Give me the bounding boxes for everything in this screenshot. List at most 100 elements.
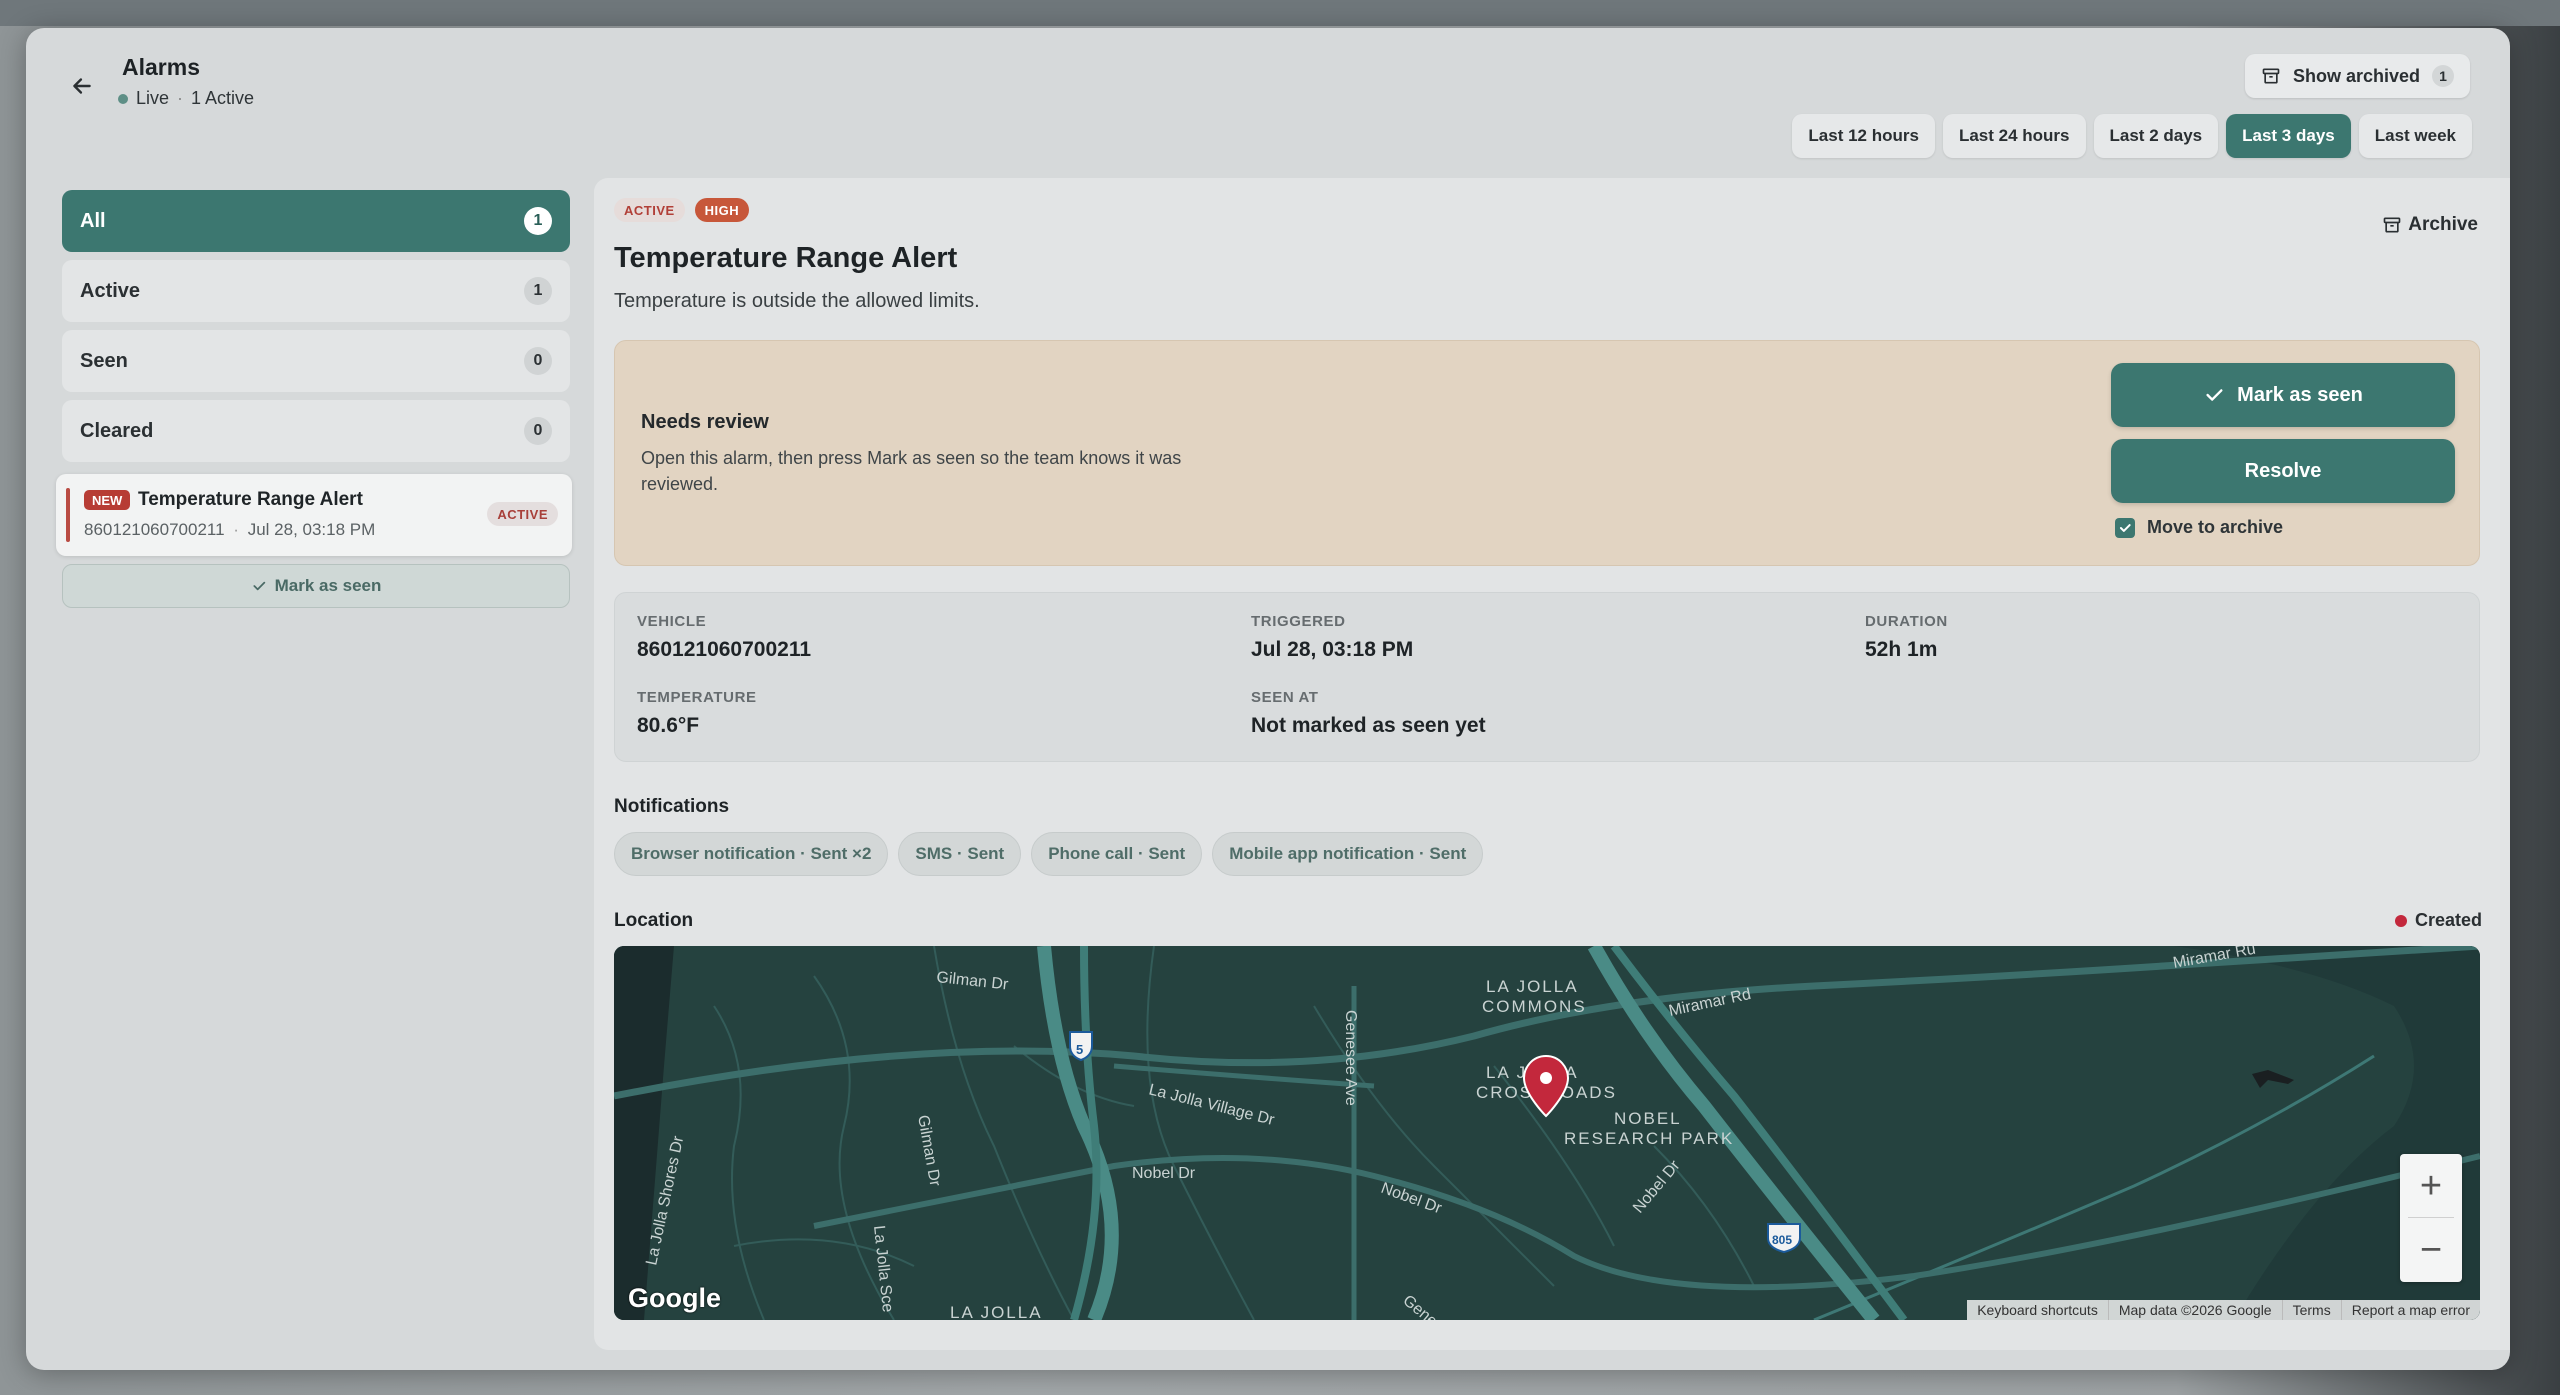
detail-badges: ACTIVE HIGH: [614, 198, 750, 222]
map-label: Genesee Ave: [1342, 1010, 1359, 1106]
alarm-item-meta: 860121060700211 · Jul 28, 03:18 PM: [84, 520, 375, 540]
filter-label: Cleared: [80, 419, 154, 442]
alarm-details-grid: VEHICLE 860121060700211 TRIGGERED Jul 28…: [614, 592, 2480, 762]
zoom-in-button[interactable]: +: [2400, 1154, 2462, 1218]
field-value: 52h 1m: [1865, 638, 1938, 661]
back-button[interactable]: [62, 66, 102, 106]
terms-link[interactable]: Terms: [2281, 1300, 2341, 1320]
archive-box-icon: [2383, 217, 2401, 233]
status-badge: ACTIVE: [614, 198, 685, 222]
created-dot-icon: [2394, 914, 2407, 927]
i5-label: 5: [1076, 1042, 1083, 1057]
notification-chips: Browser notification · Sent ×2 SMS · Sen…: [614, 832, 1484, 876]
temperature-field: TEMPERATURE 80.6°F: [637, 689, 757, 738]
archive-button[interactable]: Archive: [2382, 214, 2478, 236]
map-canvas[interactable]: Gilman Dr LA JOLLA COMMONS Miramar Rd Mi…: [614, 946, 2480, 1320]
map-data-text: Map data ©2026 Google: [2107, 1300, 2282, 1320]
legend-created-label: Created: [2414, 910, 2482, 930]
separator: ·: [177, 88, 184, 108]
interstate-805-shield-icon: 805: [1767, 1223, 1801, 1254]
page-title: Alarms: [122, 54, 200, 80]
archive-label: Archive: [2408, 214, 2478, 235]
filter-cleared[interactable]: Cleared 0: [62, 400, 570, 462]
move-to-archive-label: Move to archive: [2147, 517, 2284, 537]
field-label: TEMPERATURE: [637, 689, 757, 706]
show-archived-label: Show archived: [2292, 65, 2420, 86]
show-archived-button[interactable]: Show archived 1: [2244, 54, 2470, 98]
notification-chip: SMS · Sent: [898, 832, 1022, 876]
alarm-sidebar: All 1 Active 1 Seen 0 Cleared 0 NEW Temp…: [56, 190, 572, 608]
alert-description: Temperature is outside the allowed limit…: [614, 290, 980, 312]
field-value: Not marked as seen yet: [1251, 714, 1486, 737]
i805-label: 805: [1772, 1233, 1792, 1247]
alarm-severity-bar: [66, 488, 70, 542]
arrow-left-icon: [73, 78, 91, 94]
duration-field: DURATION 52h 1m: [1865, 613, 1948, 662]
archive-box-icon: [2262, 68, 2280, 84]
range-last-12-hours[interactable]: Last 12 hours: [1792, 114, 1935, 158]
filter-count: 1: [524, 207, 552, 235]
filter-count: 0: [524, 347, 552, 375]
field-label: DURATION: [1865, 613, 1948, 630]
map-label: NOBEL: [1614, 1109, 1682, 1128]
google-logo: Google: [628, 1283, 721, 1313]
filter-seen[interactable]: Seen 0: [62, 330, 570, 392]
mark-as-seen-button[interactable]: Mark as seen: [2111, 363, 2455, 427]
field-label: SEEN AT: [1251, 689, 1319, 706]
resolve-button[interactable]: Resolve: [2111, 439, 2455, 503]
zoom-divider: [2408, 1217, 2454, 1218]
check-icon: [253, 581, 265, 591]
interstate-5-shield-icon: 5: [1069, 1031, 1093, 1062]
live-status: Live · 1 Active: [118, 88, 254, 109]
keyboard-shortcuts-link[interactable]: Keyboard shortcuts: [1967, 1300, 2108, 1320]
triggered-field: TRIGGERED Jul 28, 03:18 PM: [1251, 613, 1413, 662]
map-legend-created: Created: [2394, 910, 2482, 931]
filter-active[interactable]: Active 1: [62, 260, 570, 322]
archived-count: 1: [2432, 65, 2454, 87]
review-text: Open this alarm, then press Mark as seen…: [641, 448, 1182, 494]
checkbox-checked-icon[interactable]: [2115, 517, 2135, 538]
field-value: 860121060700211: [637, 638, 812, 661]
mark-seen-label: Mark as seen: [274, 576, 382, 595]
notification-chip: Mobile app notification · Sent: [1212, 832, 1484, 876]
zoom-out-button[interactable]: −: [2400, 1218, 2462, 1282]
new-badge: NEW: [84, 490, 131, 510]
location-map[interactable]: Gilman Dr LA JOLLA COMMONS Miramar Rd Mi…: [614, 946, 2480, 1320]
field-label: TRIGGERED: [1251, 613, 1346, 630]
map-zoom-control: + −: [2400, 1154, 2462, 1282]
active-count-label: 1 Active: [191, 88, 255, 108]
desktop-top-strip: [0, 0, 2560, 26]
filter-count: 1: [524, 277, 552, 305]
mark-as-seen-label: Mark as seen: [2237, 383, 2363, 406]
location-heading: Location: [614, 910, 694, 931]
move-to-archive-checkbox[interactable]: Move to archive: [2115, 517, 2283, 538]
vehicle-field: VEHICLE 860121060700211: [637, 613, 811, 662]
alarm-item-status-badge: ACTIVE: [487, 502, 558, 526]
report-map-error-link[interactable]: Report a map error: [2340, 1300, 2480, 1320]
needs-review-box: Needs review Open this alarm, then press…: [614, 340, 2480, 566]
alarm-item-time: Jul 28, 03:18 PM: [247, 520, 376, 539]
map-label: LA JOLLA: [950, 1303, 1043, 1320]
range-last-week[interactable]: Last week: [2358, 114, 2472, 158]
map-label: LA JOLLA: [1486, 977, 1579, 996]
range-last-2-days[interactable]: Last 2 days: [2093, 114, 2219, 158]
filter-all[interactable]: All 1: [62, 190, 570, 252]
alarms-window: Alarms Live · 1 Active Show archived 1 L…: [26, 28, 2510, 1370]
alert-title: Temperature Range Alert: [614, 242, 958, 274]
notifications-heading: Notifications: [614, 796, 730, 817]
range-last-24-hours[interactable]: Last 24 hours: [1942, 114, 2086, 158]
seen-at-field: SEEN AT Not marked as seen yet: [1251, 689, 1486, 738]
field-label: VEHICLE: [637, 613, 707, 630]
live-dot-icon: [118, 93, 128, 104]
range-last-3-days[interactable]: Last 3 days: [2226, 114, 2351, 158]
map-label: RESEARCH PARK: [1564, 1129, 1734, 1148]
check-icon: [2206, 389, 2223, 401]
sidebar-mark-seen-button[interactable]: Mark as seen: [62, 564, 570, 608]
field-value: 80.6°F: [637, 714, 700, 737]
alarm-list-item[interactable]: NEW Temperature Range Alert 860121060700…: [56, 474, 572, 556]
live-label: Live: [136, 88, 170, 108]
time-range-selector: Last 12 hours Last 24 hours Last 2 days …: [1792, 114, 2472, 158]
filter-count: 0: [524, 417, 552, 445]
resolve-label: Resolve: [2244, 459, 2322, 482]
map-label: COMMONS: [1482, 997, 1587, 1016]
